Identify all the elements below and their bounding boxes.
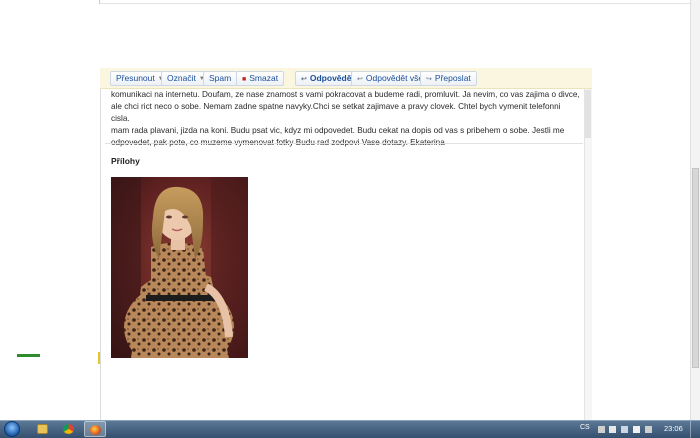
yellow-indicator [98,352,100,364]
spam-label: Spam [209,73,232,83]
divider [105,143,583,144]
page-scrollbar-thumb[interactable] [692,168,699,368]
firefox-icon [90,425,101,435]
taskbar-firefox[interactable] [84,421,106,437]
green-indicator [17,354,40,357]
spam-button[interactable]: Spam [203,71,238,86]
language-indicator[interactable]: CS [580,424,590,431]
message-scrollbar-thumb[interactable] [585,90,591,138]
forward-icon: ↪ [426,76,432,83]
up-arrow-icon[interactable] [598,426,605,433]
screen: Přesunout▼ Označit▼ Spam ■Smazat ↩Odpově… [0,0,700,438]
network-icon[interactable] [621,426,628,433]
taskbar-chrome[interactable] [58,421,80,437]
start-button[interactable] [4,421,20,437]
message-toolbar: Přesunout▼ Označit▼ Spam ■Smazat ↩Odpově… [100,68,592,89]
photo-caption-cutoff [111,360,248,368]
frame-edge [99,0,100,4]
body-line: ale chci rict neco o sobe. Nemam zadne s… [111,102,561,123]
folder-icon [37,424,48,434]
delete-button[interactable]: ■ Smazat [236,71,285,86]
delete-label: Smazat [249,73,279,83]
body-line: mam rada plavani, jizda na koni. Budu ps… [111,126,565,135]
photo-image [111,177,248,358]
show-desktop-button[interactable] [690,421,700,438]
top-edge [100,0,700,4]
attachment-photo[interactable] [111,177,248,358]
reply-all-icon: ↩ [357,76,363,83]
taskbar-explorer[interactable] [32,421,54,437]
attachments-title: Přílohy [111,156,140,166]
clock[interactable]: 23:06 [664,424,683,433]
chrome-icon [63,424,74,434]
move-label: Přesunout [116,73,155,83]
battery-icon[interactable] [645,426,652,433]
forward-label: Přeposlat [434,73,471,83]
reply-icon: ↩ [301,76,307,83]
reply-label: Odpovědět [309,73,355,83]
body-line: komunikaci na internetu. Doufam, ze nase… [111,90,580,99]
message-body: komunikaci na internetu. Doufam, ze nase… [111,89,581,149]
trash-icon: ■ [242,76,247,83]
volume-icon[interactable] [633,426,640,433]
mark-label: Označit [167,73,196,83]
forward-button[interactable]: ↪ Přeposlat [420,71,477,86]
flag-icon[interactable] [609,426,616,433]
